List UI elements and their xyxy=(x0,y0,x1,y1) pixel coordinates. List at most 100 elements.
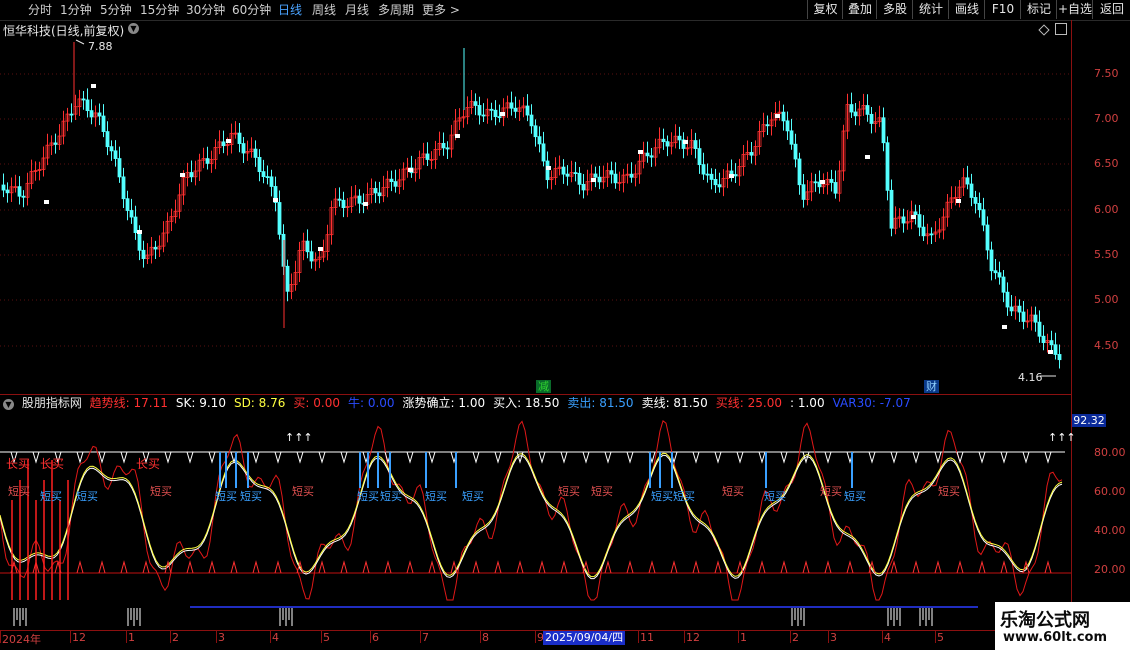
candle-body xyxy=(1,184,6,191)
buy-marker xyxy=(384,560,392,574)
buy-marker xyxy=(516,560,524,574)
x-axis-tick xyxy=(0,631,1,643)
candle-body xyxy=(1037,321,1042,337)
sell-marker xyxy=(890,451,898,464)
candle-body xyxy=(561,166,566,175)
buy-marker xyxy=(780,560,788,574)
sell-marker xyxy=(164,451,172,464)
sell-marker xyxy=(274,451,282,464)
candle-body xyxy=(661,138,666,143)
candle-body xyxy=(797,158,802,186)
price-tick: 4.50 xyxy=(1094,339,1119,352)
short-buy-label: 短买 xyxy=(357,490,379,503)
short-buy-label: 短买 xyxy=(938,485,960,498)
candle-body xyxy=(537,136,542,145)
event-tag-finance[interactable]: 财 xyxy=(924,380,939,393)
candle-body xyxy=(533,125,538,138)
x-axis-label: 3 xyxy=(218,631,225,644)
candle-body xyxy=(965,177,970,185)
event-tag-reduce[interactable]: 减 xyxy=(536,380,551,393)
candle-body xyxy=(1021,311,1026,322)
white-marker xyxy=(591,178,596,182)
short-buy-label: 短买 xyxy=(591,485,613,498)
candle-body xyxy=(977,202,982,211)
indicator-param-label: 涨势确立: xyxy=(402,396,459,410)
sell-marker xyxy=(758,451,766,464)
candle-body xyxy=(121,176,126,200)
x-axis-label: 5 xyxy=(323,631,330,644)
sell-marker xyxy=(978,451,986,464)
candle-body xyxy=(573,172,578,174)
indicator-header: ▼ 股朋指标网 趋势线: 17.11 SK: 9.10 SD: 8.76 买: 0.0… xyxy=(0,395,923,411)
indicator-param-label: 卖线: xyxy=(641,396,674,410)
candle-body xyxy=(869,113,874,124)
buy-marker xyxy=(648,560,656,574)
sell-marker xyxy=(538,451,546,464)
candle-body xyxy=(849,104,854,113)
candle-body xyxy=(929,233,934,236)
indicator-param-label: 买入: xyxy=(493,396,525,410)
short-buy-label: 短买 xyxy=(673,490,695,503)
short-buy-label: 短买 xyxy=(844,490,866,503)
indicator-param-label: 买线: xyxy=(715,396,748,410)
white-marker xyxy=(91,84,96,88)
indicator-tick: 60.00 xyxy=(1094,485,1126,498)
short-buy-label: 短买 xyxy=(76,490,98,503)
candle-body xyxy=(629,173,634,178)
indicator-param: 买入: 18.50 xyxy=(493,396,563,410)
white-marker xyxy=(137,230,142,234)
indicator-param-value: 81.50 xyxy=(673,396,708,410)
sell-marker xyxy=(692,451,700,464)
sell-marker xyxy=(208,451,216,464)
indicator-param: 卖线: 81.50 xyxy=(642,396,712,410)
indicator-param: 买: 0.00 xyxy=(293,396,344,410)
sell-marker xyxy=(604,451,612,464)
buy-marker xyxy=(890,560,898,574)
candle-body xyxy=(565,173,570,177)
sell-marker xyxy=(120,451,128,464)
high-price-label: 7.88 xyxy=(88,40,113,53)
chart-canvas[interactable] xyxy=(0,0,1071,650)
indicator-chevron-icon[interactable]: ▼ xyxy=(3,399,14,410)
toolbar-button-8[interactable]: 返回 xyxy=(1092,0,1130,19)
buy-marker xyxy=(824,560,832,574)
candle-body xyxy=(265,176,270,179)
candle-body xyxy=(885,142,890,191)
indicator-tick: 40.00 xyxy=(1094,524,1126,537)
indicator-param-value: 1.00 xyxy=(797,396,825,410)
candle-body xyxy=(645,152,650,157)
buy-marker xyxy=(142,560,150,574)
x-axis-label: 4 xyxy=(884,631,891,644)
short-buy-label: 短买 xyxy=(722,485,744,498)
candle-body xyxy=(89,110,94,118)
x-axis-tick xyxy=(70,631,71,643)
white-marker xyxy=(911,215,916,219)
indicator-param-label: SK: xyxy=(175,396,200,410)
candle-body xyxy=(105,131,110,148)
candle-body xyxy=(241,143,246,154)
candle-body xyxy=(997,272,1002,278)
buy-marker xyxy=(186,560,194,574)
candle-body xyxy=(117,158,122,178)
x-axis-tick xyxy=(370,631,371,643)
x-axis-label: 12 xyxy=(686,631,700,644)
sell-marker xyxy=(296,451,304,464)
candle-body xyxy=(881,117,886,144)
white-marker xyxy=(44,200,49,204)
x-axis-tick xyxy=(790,631,791,643)
candle-body xyxy=(445,147,450,150)
sell-marker xyxy=(1000,451,1008,464)
white-marker xyxy=(546,166,551,170)
buy-marker xyxy=(230,560,238,574)
candle-body xyxy=(701,164,706,175)
candle-body xyxy=(277,202,282,235)
sell-marker xyxy=(868,451,876,464)
candle-body xyxy=(973,197,978,204)
buy-marker xyxy=(956,560,964,574)
sell-marker xyxy=(1044,451,1052,464)
candle-body xyxy=(1017,305,1022,313)
sell-marker xyxy=(32,451,40,464)
candle-body xyxy=(473,101,478,106)
candle-body xyxy=(865,105,870,115)
indicator-param-value: 1.00 xyxy=(458,396,486,410)
